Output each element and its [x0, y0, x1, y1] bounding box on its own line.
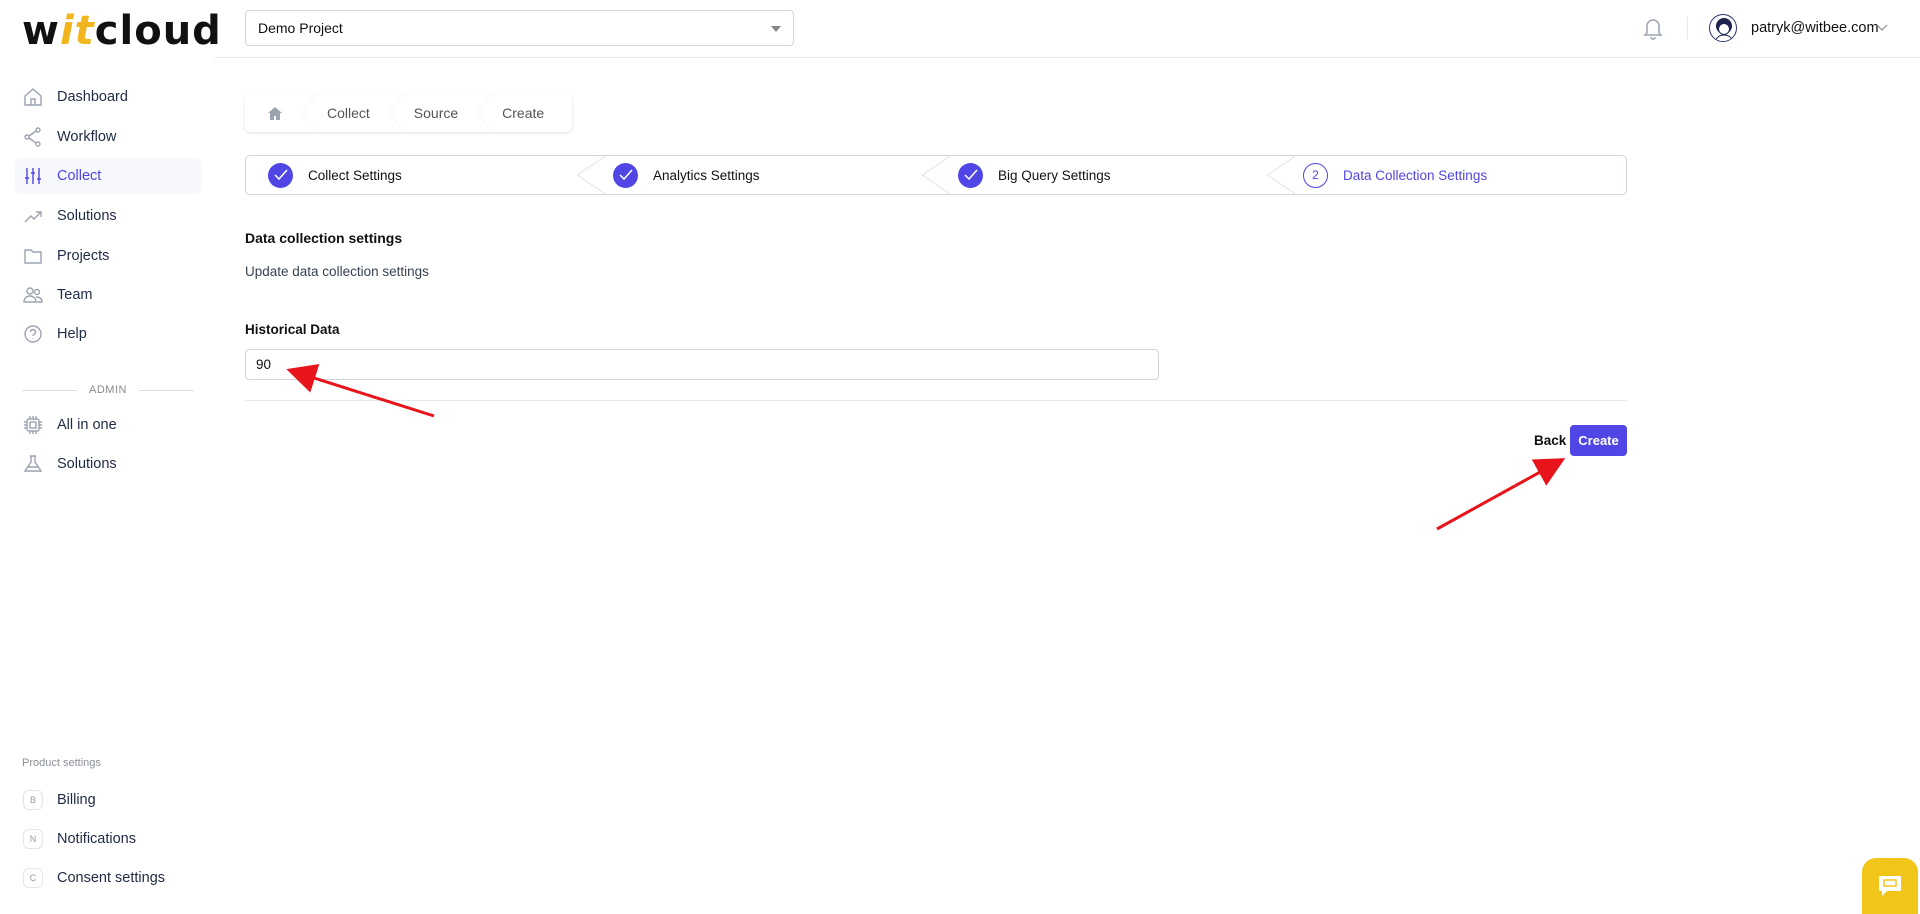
admin-label: ADMIN — [89, 384, 127, 396]
user-email[interactable]: patryk@witbee.com — [1751, 20, 1879, 36]
step-label: Data Collection Settings — [1343, 167, 1488, 183]
sidebar-item-label: Dashboard — [57, 89, 128, 105]
breadcrumb-item[interactable]: Collect — [301, 94, 392, 132]
bell-icon[interactable] — [1642, 16, 1664, 40]
annotation-arrows — [286, 363, 1566, 531]
project-select-value: Demo Project — [258, 20, 343, 36]
sidebar-item-notifications[interactable]: N Notifications — [15, 821, 202, 857]
product-settings-label: Product settings — [22, 757, 101, 769]
breadcrumb: Collect Source Create — [245, 94, 572, 132]
sidebar-item-collect[interactable]: Collect — [15, 158, 202, 194]
users-icon — [23, 287, 43, 303]
sidebar-item-workflow[interactable]: Workflow — [15, 119, 202, 155]
sidebar-item-admin-solutions[interactable]: Solutions — [15, 446, 202, 482]
sidebar-item-team[interactable]: Team — [15, 277, 202, 313]
home-icon — [268, 106, 282, 120]
create-button[interactable]: Create — [1570, 425, 1627, 456]
form-divider — [245, 400, 1627, 401]
sidebar-item-dashboard[interactable]: Dashboard — [15, 79, 202, 115]
folder-icon — [24, 249, 42, 264]
sidebar-item-label: Help — [57, 326, 87, 342]
project-select[interactable]: Demo Project — [245, 10, 794, 46]
logo-text: cloud — [94, 8, 222, 54]
chip-icon — [24, 416, 42, 434]
sidebar-item-label: Solutions — [57, 456, 117, 472]
section-subtitle: Update data collection settings — [245, 264, 429, 279]
sidebar-item-label: Notifications — [57, 831, 136, 847]
step-analytics-settings[interactable]: Analytics Settings — [577, 156, 936, 194]
sidebar-item-label: Solutions — [57, 208, 117, 224]
chat-icon — [1879, 876, 1901, 896]
trending-up-icon — [24, 211, 42, 223]
sidebar-item-label: All in one — [57, 417, 117, 433]
sidebar-item-solutions[interactable]: Solutions — [15, 198, 202, 234]
check-icon — [613, 162, 638, 188]
sidebar-item-label: Collect — [57, 168, 102, 184]
chat-widget-button[interactable] — [1862, 858, 1918, 914]
admin-section-divider: ADMIN — [22, 384, 195, 396]
stepper: Collect Settings Analytics Settings Big … — [245, 155, 1627, 195]
sidebar-item-billing[interactable]: B Billing — [15, 782, 202, 818]
sidebar-item-projects[interactable]: Projects — [15, 238, 202, 274]
sliders-icon — [25, 168, 41, 184]
annotation-arrow — [1436, 458, 1566, 531]
header-divider — [215, 57, 1920, 58]
step-label: Analytics Settings — [653, 167, 760, 183]
witcloud-logo[interactable]: witcloud — [22, 8, 222, 54]
step-label: Big Query Settings — [998, 167, 1111, 183]
help-icon — [24, 325, 42, 343]
step-label: Collect Settings — [308, 167, 402, 183]
logo-text: w — [22, 8, 60, 54]
sidebar-item-consent-settings[interactable]: C Consent settings — [15, 860, 202, 896]
step-number: 2 — [1303, 162, 1328, 188]
flask-icon — [23, 455, 43, 472]
sidebar-item-label: Workflow — [57, 129, 117, 145]
share-icon — [24, 127, 41, 147]
header-vertical-divider — [1687, 17, 1688, 39]
sidebar-item-all-in-one[interactable]: All in one — [15, 407, 202, 443]
historical-data-input[interactable] — [245, 349, 1159, 380]
logo-text-accent: it — [59, 8, 95, 54]
notifications-letter-icon: N — [23, 829, 43, 849]
breadcrumb-item[interactable]: Source — [387, 94, 480, 132]
caret-down-icon — [771, 26, 781, 32]
sidebar-item-label: Team — [57, 287, 93, 303]
step-data-collection-settings[interactable]: 2 Data Collection Settings — [1267, 156, 1626, 194]
chevron-down-icon[interactable] — [1876, 22, 1888, 32]
sidebar-item-label: Projects — [57, 248, 110, 264]
breadcrumb-home[interactable] — [245, 94, 305, 132]
sidebar-item-help[interactable]: Help — [15, 316, 202, 352]
billing-letter-icon: B — [23, 790, 43, 810]
avatar[interactable] — [1709, 14, 1737, 42]
historical-data-label: Historical Data — [245, 322, 340, 337]
check-icon — [268, 162, 293, 188]
check-icon — [958, 162, 983, 188]
sidebar-item-label: Billing — [57, 792, 96, 808]
consent-letter-icon: C — [23, 868, 43, 888]
home-icon — [24, 88, 42, 106]
sidebar-item-label: Consent settings — [57, 870, 166, 886]
section-title: Data collection settings — [245, 230, 403, 246]
step-big-query-settings[interactable]: Big Query Settings — [922, 156, 1281, 194]
sidebar: witcloud Dashboard Workflow Collect Solu… — [0, 0, 221, 911]
breadcrumb-item: Create — [476, 94, 566, 132]
step-collect-settings[interactable]: Collect Settings — [246, 156, 591, 194]
